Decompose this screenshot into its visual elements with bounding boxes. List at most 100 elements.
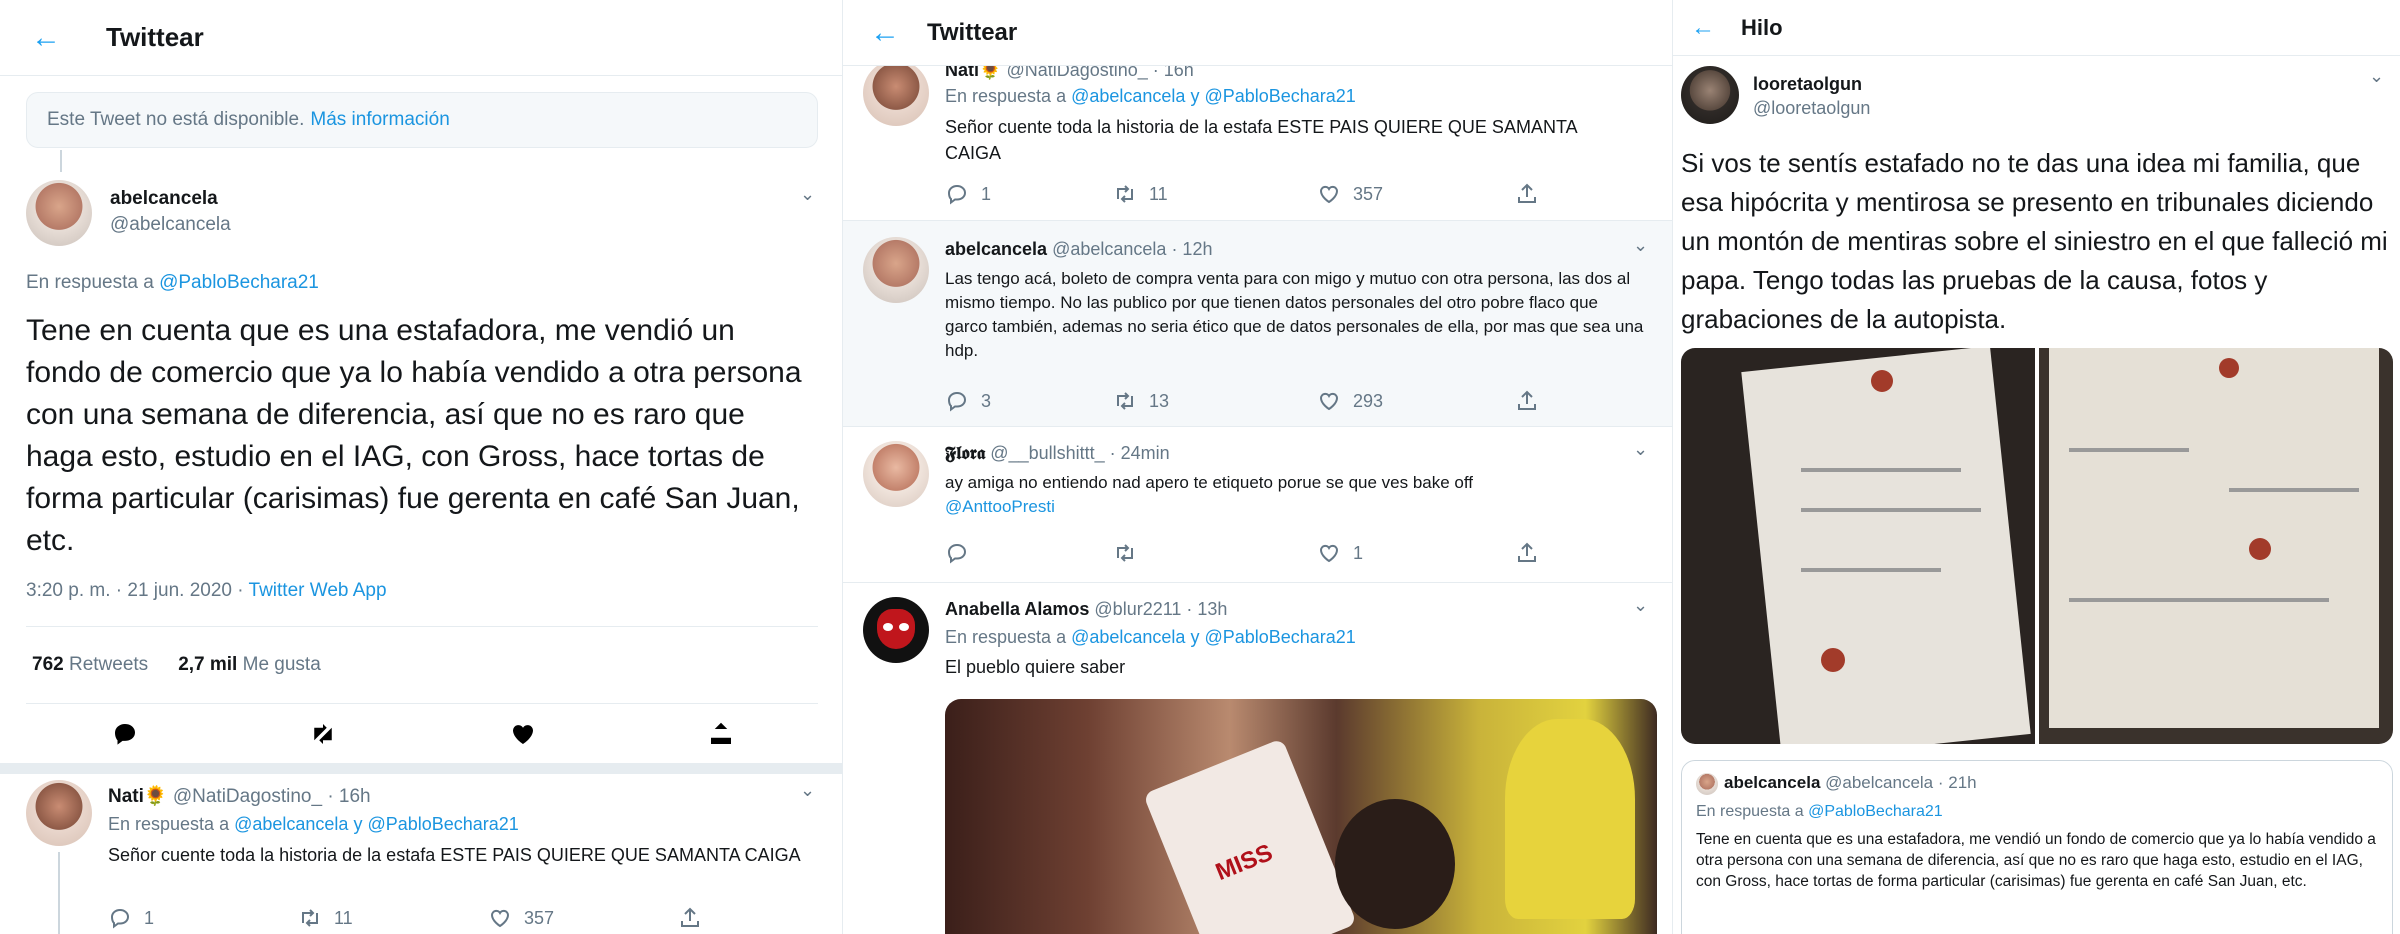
likes-stat[interactable]: 2,7 mil Me gusta [178,654,321,676]
avatar-eye-left [883,623,893,631]
retweets-stat[interactable]: 762 Retweets [32,654,148,676]
retweet-icon[interactable] [1113,182,1137,206]
gif-media[interactable]: MISS [945,699,1657,934]
avatar[interactable] [863,237,929,303]
chevron-down-icon[interactable]: ⌄ [2369,66,2384,87]
tweet-meta: 3:20 p. m. · 21 jun. 2020 · Twitter Web … [26,580,387,602]
display-name[interactable]: Anabella Alamos [945,599,1089,619]
photo-document-1[interactable] [1681,348,2035,744]
photo-document-2[interactable] [2039,348,2393,744]
tweet-source[interactable]: Twitter Web App [249,580,387,601]
reply-action[interactable]: 3 [945,389,991,413]
reply-tweet-anabella[interactable]: Anabella Alamos @blur2211 · 13h ⌄ En res… [843,582,1672,934]
share-icon[interactable] [678,906,702,930]
reply-action[interactable]: 1 [108,906,154,930]
share-action[interactable] [1515,541,1539,565]
share-action[interactable] [678,906,702,930]
like-count: 357 [524,907,555,928]
reply-icon[interactable] [108,906,132,930]
avatar[interactable] [863,597,929,663]
reply-to-link[interactable]: @abelcancela y @PabloBechara21 [1071,627,1356,647]
chevron-down-icon[interactable]: ⌄ [800,780,815,801]
chevron-down-icon[interactable]: ⌄ [1633,235,1648,256]
like-action[interactable]: 357 [488,906,554,930]
reply-context: En respuesta a @abelcancela y @PabloBech… [945,86,1356,107]
handle-time[interactable]: @blur2211 · 13h [1094,599,1227,619]
display-name[interactable]: abelcancela [945,239,1047,259]
reply-action[interactable] [945,541,969,565]
share-icon[interactable] [1515,389,1539,413]
handle-time[interactable]: @NatiDagostino_ · 16h [173,786,371,807]
display-name[interactable]: looretaolgun [1753,74,1862,95]
header-title: Twittear [927,18,1018,46]
retweet-action[interactable] [1113,541,1137,565]
avatar[interactable] [1696,773,1718,795]
display-name[interactable]: 𝕱𝖑𝖔𝖗𝖆 [945,443,985,463]
avatar[interactable] [26,780,92,846]
retweet-action[interactable]: 13 [1113,389,1169,413]
retweet-icon[interactable] [1113,541,1137,565]
retweet-icon[interactable] [308,719,338,749]
back-arrow-icon[interactable]: ← [1683,14,1723,42]
reply-to-link[interactable]: @abelcancela y @PabloBechara21 [1071,86,1356,106]
display-name: abelcancela [1724,773,1821,792]
avatar[interactable] [863,441,929,507]
panel-thread: ← Hilo looretaolgun @looretaolgun ⌄ Si v… [1673,0,2400,934]
handle[interactable]: @abelcancela [110,214,231,236]
reply-to-link[interactable]: @PabloBechara21 [159,272,319,293]
retweet-icon[interactable] [298,906,322,930]
display-name[interactable]: Nati🌻 [108,786,168,807]
share-icon[interactable] [1515,541,1539,565]
like-icon[interactable] [1317,389,1341,413]
chevron-down-icon[interactable]: ⌄ [1633,439,1648,460]
share-icon[interactable] [706,719,736,749]
reply-tweet-abel[interactable]: abelcancela @abelcancela · 12h ⌄ Las ten… [843,220,1672,426]
retweets-label: Retweets [68,654,149,675]
reply-icon[interactable] [110,719,140,749]
share-icon[interactable] [1515,182,1539,206]
reply-icon[interactable] [945,541,969,565]
reply-action[interactable]: 1 [945,182,991,206]
mention-link[interactable]: @AnttooPresti [945,497,1055,516]
text-line [2069,598,2329,602]
reply-to-link[interactable]: @PabloBechara21 [1808,803,1943,820]
like-icon[interactable] [1317,182,1341,206]
quoted-tweet[interactable]: abelcancela @abelcancela · 21h En respue… [1681,760,2393,934]
avatar[interactable] [1681,66,1739,124]
reply-icon[interactable] [945,389,969,413]
share-action[interactable] [1515,389,1539,413]
like-count: 1 [1353,542,1364,563]
back-arrow-icon[interactable]: ← [865,16,905,50]
avatar[interactable] [863,60,929,126]
back-arrow-icon[interactable]: ← [26,21,66,55]
text-line [1801,468,1961,472]
reply-tweet-flora[interactable]: 𝕱𝖑𝖔𝖗𝖆 @__bullshittt_ · 24min ⌄ ay amiga … [843,426,1672,582]
tweet-time[interactable]: 3:20 p. m. · 21 jun. 2020 · [26,580,244,601]
like-icon[interactable] [508,719,538,749]
retweet-count: 11 [334,907,353,928]
like-action[interactable]: 357 [1317,182,1383,206]
reply-icon[interactable] [945,182,969,206]
like-action[interactable]: 1 [1317,541,1363,565]
retweet-count: 11 [1149,183,1168,204]
chevron-down-icon[interactable]: ⌄ [1633,595,1648,616]
retweet-action[interactable]: 11 [1113,182,1168,206]
handle-time[interactable]: @__bullshittt_ · 24min [990,443,1169,463]
chevron-down-icon[interactable]: ⌄ [800,184,815,205]
reply-tweet[interactable]: Nati🌻 @NatiDagostino_ · 16h ⌄ En respues… [0,774,842,934]
more-info-link[interactable]: Más información [310,109,449,131]
handle[interactable]: @looretaolgun [1753,98,1870,119]
like-icon[interactable] [1317,541,1341,565]
avatar[interactable] [26,180,92,246]
photo-grid[interactable] [1681,348,2393,744]
like-action[interactable]: 293 [1317,389,1383,413]
display-name[interactable]: abelcancela [110,188,218,210]
share-action[interactable] [1515,182,1539,206]
handle-time[interactable]: @abelcancela · 12h [1052,239,1212,259]
reply-to-link[interactable]: @abelcancela y @PabloBechara21 [234,814,519,834]
retweet-icon[interactable] [1113,389,1137,413]
tweet-text: Tene en cuenta que es una estafadora, me… [26,314,802,557]
tweet-body: ay amiga no entiendo nad apero te etique… [945,473,1474,492]
retweet-action[interactable]: 11 [298,906,353,930]
like-icon[interactable] [488,906,512,930]
